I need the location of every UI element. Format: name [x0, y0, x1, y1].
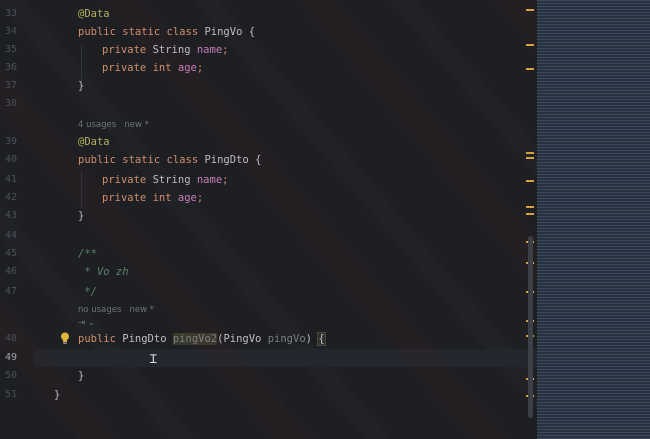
line-number: 33	[4, 8, 17, 19]
line-number: 38	[4, 98, 17, 109]
warning-marker[interactable]	[526, 206, 534, 208]
minimap-panel[interactable]	[537, 0, 650, 439]
keyword: static	[122, 154, 161, 166]
method-name-unused: pingVo2	[172, 333, 218, 345]
return-type: PingDto	[122, 333, 167, 345]
line-number: 46	[4, 266, 17, 277]
annotation: @Data	[78, 136, 110, 148]
text-cursor-icon: Ɪ	[150, 352, 157, 366]
close-brace: }	[54, 389, 61, 401]
code-line-42[interactable]: private int age;	[102, 189, 203, 207]
code-line-40[interactable]: public static class PingDto {	[78, 151, 261, 169]
code-line-37[interactable]: }	[78, 77, 84, 95]
code-line-39[interactable]: @Data	[78, 133, 110, 151]
line-number: 47	[4, 286, 17, 297]
warning-marker[interactable]	[526, 213, 534, 215]
line-number: 42	[4, 192, 17, 203]
semicolon: ;	[222, 44, 229, 56]
line-number-gutter[interactable]: 33 34 35 36 37 38 39 40 41 42 43 44 45 4…	[0, 0, 34, 439]
field-name: name	[196, 44, 223, 56]
param-type: PingVo	[223, 333, 262, 345]
code-line-49[interactable]	[78, 349, 518, 367]
type-name: int	[152, 192, 172, 204]
line-number: 40	[4, 154, 17, 165]
code-line-41[interactable]: private String name;	[102, 171, 228, 189]
keyword: class	[166, 26, 199, 38]
field-name: age	[177, 62, 197, 74]
line-number-current: 49	[4, 352, 17, 363]
open-brace: {	[248, 26, 256, 38]
code-line-46[interactable]: * Vo zh	[78, 263, 128, 281]
close-brace: }	[78, 80, 85, 92]
keyword: static	[122, 26, 161, 38]
matched-brace: {	[317, 332, 326, 346]
warning-marker[interactable]	[526, 44, 534, 46]
line-number: 43	[4, 210, 17, 221]
line-number: 36	[4, 62, 17, 73]
line-number: 37	[4, 80, 17, 91]
warning-marker[interactable]	[526, 68, 534, 70]
param-name-unused: pingVo	[267, 333, 306, 345]
code-line-43[interactable]: }	[78, 207, 84, 225]
close-brace: }	[78, 370, 85, 382]
class-name: PingDto	[204, 154, 249, 166]
close-paren: )	[305, 333, 312, 345]
code-line-47[interactable]: */	[78, 283, 97, 301]
type-name: String	[152, 174, 191, 186]
line-number: 39	[4, 136, 17, 147]
code-line-48[interactable]: public PingDto pingVo2(PingVo pingVo) {	[78, 330, 326, 348]
code-line-50[interactable]: }	[78, 367, 84, 385]
semicolon: ;	[196, 62, 204, 74]
warning-marker[interactable]	[526, 180, 534, 182]
line-number: 50	[4, 370, 17, 381]
keyword: private	[102, 62, 147, 74]
annotation: @Data	[78, 8, 110, 20]
field-name: age	[177, 192, 197, 204]
keyword: public	[78, 333, 116, 345]
warning-marker[interactable]	[526, 152, 534, 154]
code-line-45[interactable]: /**	[78, 245, 97, 263]
usages-inlay-hint[interactable]: 4 usages new *	[78, 116, 149, 134]
code-line-35[interactable]: private String name;	[102, 41, 228, 59]
keyword: public	[78, 154, 116, 166]
code-line-33[interactable]: @Data	[78, 5, 110, 23]
line-number: 45	[4, 248, 17, 259]
keyword: private	[102, 174, 147, 186]
vertical-scrollbar-thumb[interactable]	[528, 236, 533, 418]
close-brace: }	[78, 210, 85, 222]
indent-guide	[81, 45, 82, 81]
keyword: class	[166, 154, 199, 166]
code-line-51[interactable]: }	[54, 386, 60, 404]
line-number: 44	[4, 230, 17, 241]
line-number: 35	[4, 44, 17, 55]
semicolon: ;	[222, 174, 229, 186]
open-brace: {	[255, 154, 262, 166]
code-editor[interactable]: 33 34 35 36 37 38 39 40 41 42 43 44 45 4…	[0, 0, 537, 439]
code-line-34[interactable]: public static class PingVo {	[78, 23, 255, 41]
class-name: PingVo	[204, 26, 243, 38]
type-name: String	[152, 44, 191, 56]
keyword: private	[102, 44, 147, 56]
indent-guide	[81, 171, 82, 207]
keyword: public	[78, 26, 116, 38]
line-number: 51	[4, 389, 17, 400]
line-number: 41	[4, 174, 17, 185]
lightbulb-icon[interactable]	[60, 332, 70, 345]
line-number: 48	[4, 333, 17, 344]
warning-marker[interactable]	[526, 9, 534, 11]
type-name: int	[152, 62, 172, 74]
code-line-36[interactable]: private int age;	[102, 59, 203, 77]
semicolon: ;	[196, 192, 204, 204]
line-number: 34	[4, 26, 17, 37]
warning-marker[interactable]	[526, 157, 534, 159]
keyword: private	[102, 192, 147, 204]
field-name: name	[196, 174, 223, 186]
